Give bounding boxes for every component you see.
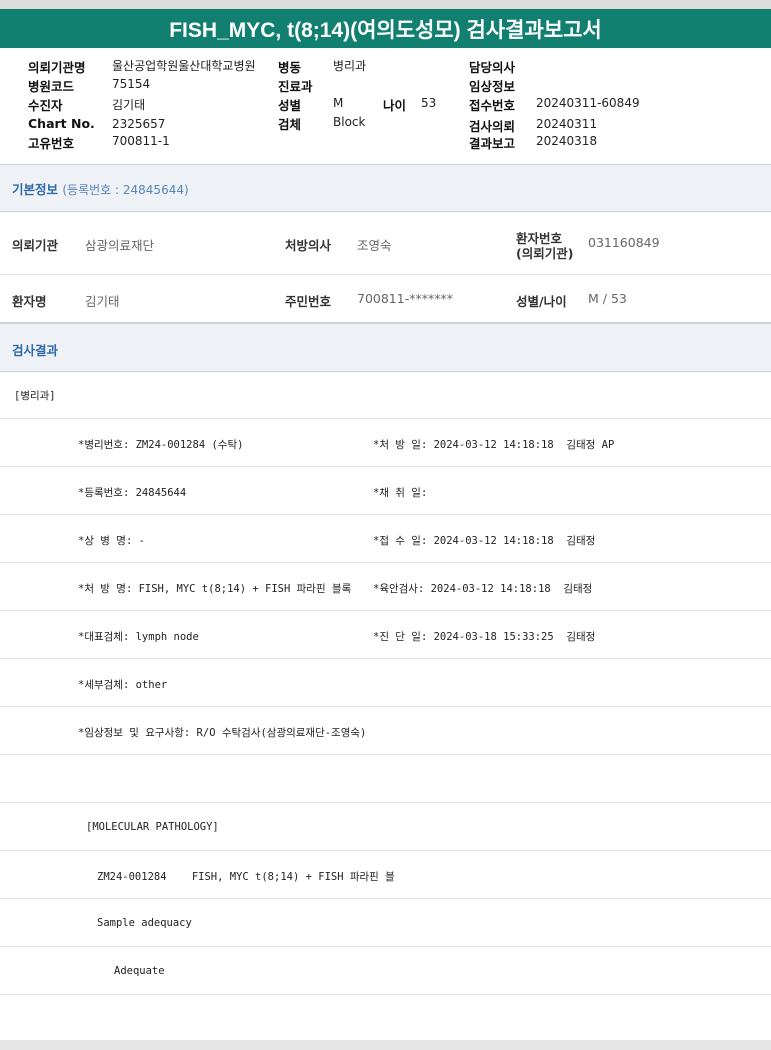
result-left: *처 방 명: FISH, MYC t(8;14) + FISH 파라핀 블록	[78, 583, 352, 595]
header-label: 의뢰기관명	[28, 60, 86, 75]
result-row: *세부검체: other	[0, 659, 771, 707]
result-row: *처 방 명: FISH, MYC t(8;14) + FISH 파라핀 블록 …	[0, 563, 771, 611]
header-label: 담당의사	[469, 60, 516, 75]
result-left: *병리번호: ZM24-001284 (수탁)	[78, 439, 244, 451]
header-label: 병동	[278, 60, 302, 75]
result-left: *등록번호: 24845644	[78, 487, 187, 499]
header-label: 성별	[278, 98, 302, 113]
header-value: 김기태	[112, 98, 146, 112]
info-label: 주민번호	[285, 294, 332, 309]
result-left: *대표검체: lymph node	[78, 631, 199, 643]
basic-info-row: 의뢰기관 삼광의료재단 처방의사 조영숙 환자번호 (의뢰기관) 0311608…	[0, 211, 771, 275]
adequacy-value: Adequate	[114, 965, 165, 977]
bottom-strip	[0, 1040, 771, 1050]
result-row: *임상정보 및 요구사항: R/O 수탁검사(삼광의료재단-조영숙)	[0, 707, 771, 755]
result-row: *병리번호: ZM24-001284 (수탁) *처 방 일: 2024-03-…	[0, 419, 771, 467]
basic-info-row: 환자명 김기태 주민번호 700811-******* 성별/나이 M / 53	[0, 275, 771, 323]
registration-number: (등록번호 : 24845644)	[62, 183, 189, 197]
info-label: 처방의사	[285, 238, 332, 253]
result-row: Adequate	[0, 947, 771, 995]
results-title: 검사결과	[12, 343, 59, 358]
header-label: 병원코드	[28, 79, 75, 94]
header-value: 병리과	[333, 59, 367, 73]
adequacy-label: Sample adequacy	[97, 917, 192, 929]
result-row: ZM24-001284 FISH, MYC t(8;14) + FISH 파라핀…	[0, 851, 771, 899]
header-label: 검체	[278, 117, 302, 132]
info-value: 삼광의료재단	[85, 238, 155, 253]
result-left: *임상정보 및 요구사항: R/O 수탁검사(삼광의료재단-조영숙)	[78, 727, 367, 739]
header-label: 결과보고	[469, 136, 516, 151]
header-value: 2325657	[112, 117, 166, 131]
info-value: 김기태	[85, 294, 120, 309]
header-value: 75154	[112, 77, 151, 91]
result-row: Sample adequacy	[0, 899, 771, 947]
report-title: FISH_MYC, t(8;14)(여의도성모) 검사결과보고서	[0, 9, 771, 48]
header-label: 고유번호	[28, 136, 75, 151]
header-value: 20240318	[536, 134, 598, 148]
basic-info-title-text: 기본정보	[12, 182, 59, 197]
result-right: *채 취 일:	[373, 487, 428, 499]
info-value: 031160849	[588, 235, 660, 250]
result-row: [MOLECULAR PATHOLOGY]	[0, 803, 771, 851]
result-right: *접 수 일: 2024-03-12 14:18:18 김태정	[373, 535, 596, 547]
info-label: (의뢰기관)	[516, 246, 574, 261]
header-value: 700811-1	[112, 134, 170, 148]
result-row: [병리과]	[0, 371, 771, 419]
info-value: 조영숙	[357, 238, 392, 253]
basic-info-header: 기본정보 (등록번호 : 24845644)	[0, 164, 771, 212]
info-value: 700811-*******	[357, 291, 453, 306]
header-label: 진료과	[278, 79, 313, 94]
result-right: *처 방 일: 2024-03-12 14:18:18 김태정 AP	[373, 439, 615, 451]
top-strip	[0, 0, 771, 9]
result-left: *세부검체: other	[78, 679, 168, 691]
result-row: *등록번호: 24845644 *채 취 일:	[0, 467, 771, 515]
info-label: 환자명	[12, 294, 47, 309]
header-label: 임상정보	[469, 79, 516, 94]
header-value: Block	[333, 115, 366, 129]
header-value: 울산공업학원울산대학교병원	[112, 59, 256, 73]
molecular-line: ZM24-001284 FISH, MYC t(8;14) + FISH 파라핀…	[97, 871, 395, 883]
department-label: [병리과]	[14, 390, 56, 402]
header-value: M	[333, 96, 344, 110]
header-label: 나이	[383, 98, 407, 113]
info-label: 성별/나이	[516, 294, 567, 309]
result-row-empty	[0, 755, 771, 803]
header-value: 53	[421, 96, 437, 110]
result-right: *육안검사: 2024-03-12 14:18:18 김태정	[373, 583, 593, 595]
molecular-header: [MOLECULAR PATHOLOGY]	[86, 821, 219, 833]
header-label: 접수번호	[469, 98, 516, 113]
basic-info-title: 기본정보 (등록번호 : 24845644)	[12, 179, 189, 198]
header-label: 수진자	[28, 98, 63, 113]
result-right: *진 단 일: 2024-03-18 15:33:25 김태정	[373, 631, 596, 643]
header-value: 20240311-60849	[536, 96, 640, 110]
results-header: 검사결과	[0, 323, 771, 372]
result-row: *대표검체: lymph node *진 단 일: 2024-03-18 15:…	[0, 611, 771, 659]
header-label: Chart No.	[28, 116, 95, 131]
header-value: 20240311	[536, 117, 598, 131]
result-row: *상 병 명: - *접 수 일: 2024-03-12 14:18:18 김태…	[0, 515, 771, 563]
info-label: 의뢰기관	[12, 238, 59, 253]
result-left: *상 병 명: -	[78, 535, 145, 547]
info-value: M / 53	[588, 291, 627, 306]
